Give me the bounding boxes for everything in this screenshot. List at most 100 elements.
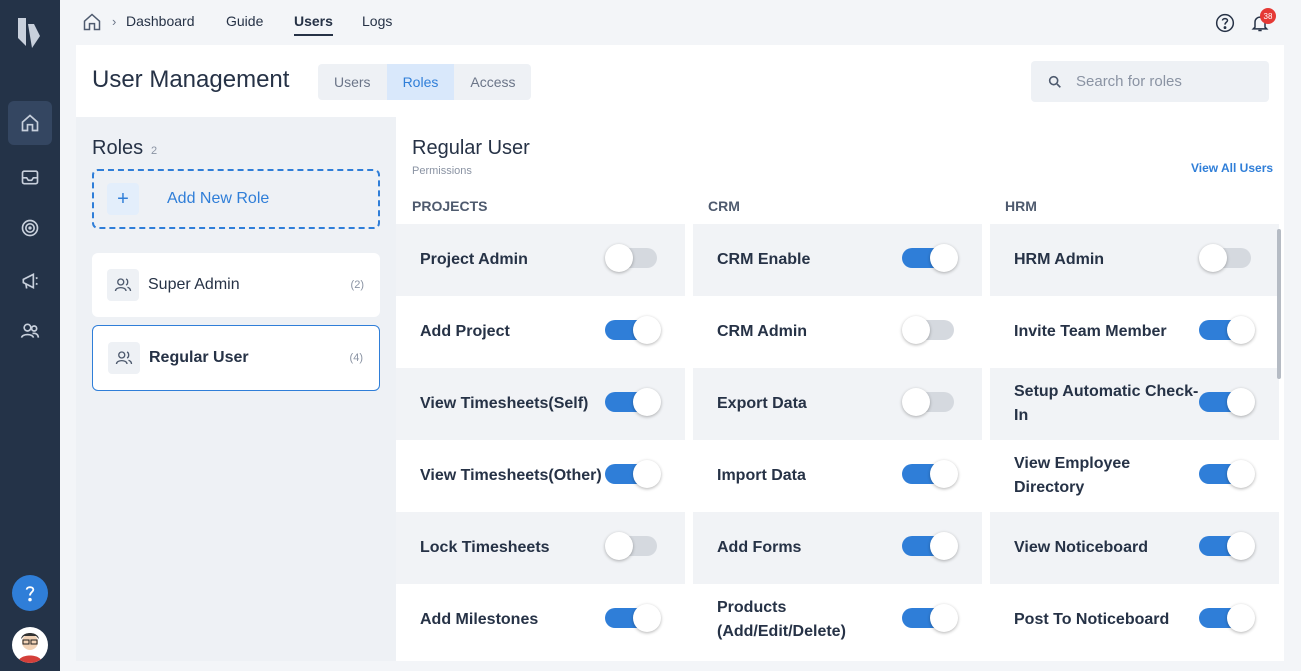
home-outline-icon [83,13,101,31]
target-nav-button[interactable] [8,206,52,250]
breadcrumb-separator: › [112,14,117,29]
view-all-users-link[interactable]: View All Users [1191,161,1273,175]
permission-row: View Noticeboard [990,512,1279,584]
tab-users[interactable]: Users [318,64,387,100]
toggle-knob [633,388,661,416]
permission-row: Invite Team Member [990,296,1279,368]
plus-icon: + [107,183,139,215]
permission-row: CRM Enable [693,224,982,296]
permission-toggle[interactable] [902,460,958,488]
permission-label: Import Data [717,467,806,484]
target-icon [21,219,39,237]
home-icon [21,114,39,132]
permission-toggle[interactable] [902,604,958,632]
toggle-knob [1227,604,1255,632]
page-title: User Management [92,66,290,93]
search-input[interactable] [1076,73,1256,90]
search-icon [1048,75,1061,88]
roles-panel: Roles 2 + Add New Role Super Admin (2) R… [76,117,396,661]
add-role-label: Add New Role [167,190,270,207]
permission-row: Add Project [396,296,685,368]
permission-label: Products (Add/Edit/Delete) [717,599,846,640]
view-tabs: Users Roles Access [318,64,532,100]
nav-users[interactable]: Users [294,13,333,36]
permission-row: Project Admin [396,224,685,296]
permission-toggle[interactable] [1199,316,1255,344]
permission-label: CRM Admin [717,323,808,340]
app-logo[interactable] [14,14,46,50]
role-card-super-admin[interactable]: Super Admin (2) [92,253,380,317]
role-member-count: (4) [349,352,363,364]
permission-row: HRM Admin [990,224,1279,296]
permission-toggle[interactable] [1199,604,1255,632]
toggle-knob [605,532,633,560]
permission-toggle[interactable] [902,388,954,416]
nav-logs[interactable]: Logs [362,13,392,29]
permission-toggle[interactable] [605,460,661,488]
role-name: Super Admin [148,276,240,293]
breadcrumb-home[interactable] [82,12,102,37]
toggle-knob [902,388,930,416]
permission-label: View Timesheets(Other) [420,467,602,484]
toggle-knob [930,604,958,632]
scrollbar[interactable] [1277,229,1281,379]
toggle-knob [633,460,661,488]
nav-dashboard[interactable]: Dashboard [126,13,195,29]
team-nav-button[interactable] [8,309,52,353]
permission-row: View Timesheets(Self) [396,368,685,440]
add-role-button[interactable]: + Add New Role [92,169,380,229]
permission-label: HRM Admin [1014,251,1105,268]
permission-label: Lock Timesheets [420,539,550,556]
permission-toggle[interactable] [605,388,661,416]
permission-toggle[interactable] [605,316,661,344]
permission-label: Export Data [717,395,807,412]
permissions-role-title: Regular User [412,137,530,159]
toggle-knob [1227,532,1255,560]
permission-label: Add Project [420,323,510,340]
permission-toggle[interactable] [1199,244,1251,272]
top-bar: › Dashboard Guide Users Logs 38 [60,0,1301,45]
toggle-knob [930,532,958,560]
permission-label: View Noticeboard [1014,539,1148,556]
permission-label: Invite Team Member [1014,323,1167,340]
column-heading-projects: PROJECTS [412,198,488,214]
tab-access[interactable]: Access [454,64,531,100]
permission-toggle[interactable] [605,532,657,560]
permission-label: View Timesheets(Self) [420,395,589,412]
permission-label: View Employee Directory [1014,455,1131,496]
role-card-regular-user[interactable]: Regular User (4) [92,325,380,391]
permission-toggle[interactable] [902,244,958,272]
inbox-nav-button[interactable] [8,155,52,199]
permission-row: CRM Admin [693,296,982,368]
tab-roles[interactable]: Roles [386,64,455,100]
users-icon [107,269,139,301]
user-avatar[interactable] [12,627,48,663]
toggle-knob [1199,244,1227,272]
toggle-knob [1227,316,1255,344]
permission-row: Import Data [693,440,982,512]
announce-nav-button[interactable] [8,259,52,303]
help-button[interactable] [12,575,48,611]
permission-toggle[interactable] [1199,532,1255,560]
permission-toggle[interactable] [902,532,958,560]
permission-row: View Timesheets(Other) [396,440,685,512]
permission-toggle[interactable] [605,604,661,632]
toggle-knob [930,244,958,272]
app-sidebar [0,0,60,671]
permission-toggle[interactable] [1199,460,1255,488]
home-nav-button[interactable] [8,101,52,145]
permissions-subtitle: Permissions [412,165,472,177]
help-circle-icon [1215,13,1235,33]
column-heading-crm: CRM [708,198,740,214]
permission-label: Add Milestones [420,611,539,628]
help-circle-button[interactable] [1215,13,1235,38]
permission-toggle[interactable] [902,316,954,344]
megaphone-icon [22,272,38,290]
toggle-knob [902,316,930,344]
nav-guide[interactable]: Guide [226,13,263,29]
permissions-column-projects: Project Admin Add Project View Timesheets(… [396,224,685,656]
permission-toggle[interactable] [1199,388,1255,416]
permission-toggle[interactable] [605,244,657,272]
role-name: Regular User [149,349,249,366]
permission-label: CRM Enable [717,251,811,268]
